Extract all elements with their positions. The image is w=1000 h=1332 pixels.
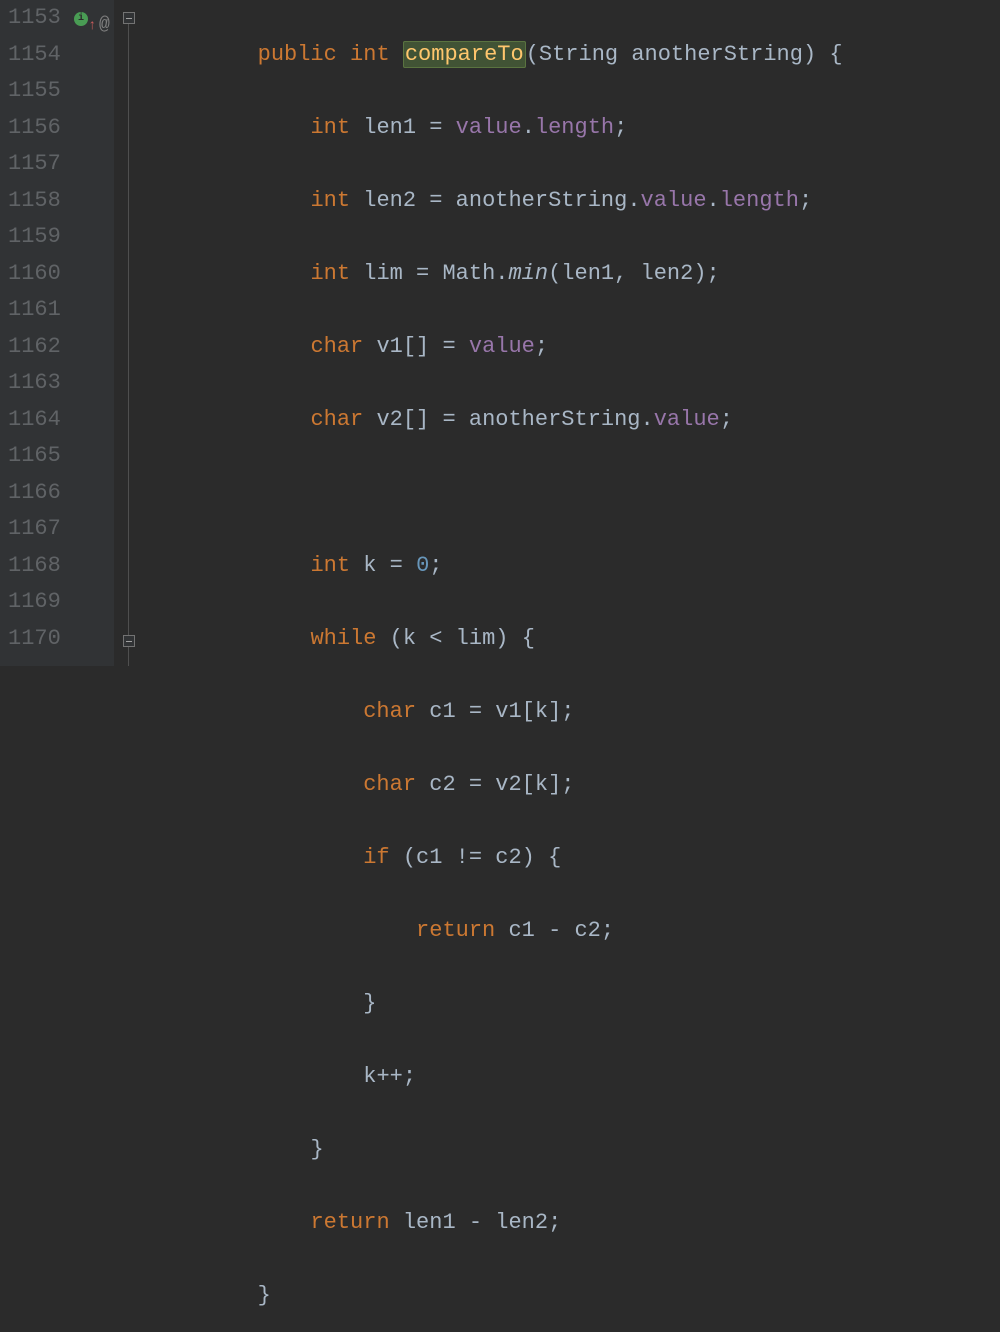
keyword: int <box>310 261 350 286</box>
code-line[interactable]: return c1 - c2; <box>152 913 843 950</box>
up-arrow-icon[interactable]: ↑ <box>88 8 96 45</box>
line-number: 1156 <box>8 110 60 147</box>
line-number: 1155 <box>8 73 60 110</box>
keyword: return <box>416 918 495 943</box>
line-number: 1153 <box>8 0 60 37</box>
code-editor[interactable]: 1153 1154 1155 1156 1157 1158 1159 1160 … <box>0 0 1000 666</box>
keyword: return <box>310 1210 389 1235</box>
fold-collapse-icon[interactable] <box>123 635 135 647</box>
keyword: if <box>363 845 389 870</box>
keyword: char <box>363 772 416 797</box>
line-number: 1157 <box>8 146 60 183</box>
type: String <box>539 42 618 67</box>
keyword: int <box>310 553 350 578</box>
static-method: min <box>508 261 548 286</box>
line-number: 1163 <box>8 365 60 402</box>
annotation-at-icon[interactable]: @ <box>99 7 110 44</box>
number-literal: 0 <box>416 553 429 578</box>
line-number: 1169 <box>8 584 60 621</box>
line-number: 1160 <box>8 256 60 293</box>
line-number: 1164 <box>8 402 60 439</box>
line-number: 1166 <box>8 475 60 512</box>
fold-guide-line <box>128 18 129 666</box>
parameter: anotherString <box>469 407 641 432</box>
keyword: char <box>310 334 363 359</box>
code-area[interactable]: public int compareTo(String anotherStrin… <box>144 0 843 666</box>
code-line[interactable]: int k = 0; <box>152 548 843 585</box>
code-line[interactable]: while (k < lim) { <box>152 621 843 658</box>
keyword: char <box>363 699 416 724</box>
line-number: 1162 <box>8 329 60 366</box>
line-number: 1158 <box>8 183 60 220</box>
line-number: 1168 <box>8 548 60 585</box>
variable: v2 <box>376 407 402 432</box>
code-line[interactable]: int len1 = value.length; <box>152 110 843 147</box>
code-line[interactable]: char c2 = v2[k]; <box>152 767 843 804</box>
keyword: public <box>258 42 337 67</box>
field: value <box>469 334 535 359</box>
code-line[interactable]: } <box>152 1278 843 1315</box>
code-line[interactable]: char c1 = v1[k]; <box>152 694 843 731</box>
class-name: Math <box>442 261 495 286</box>
method-name-highlighted: compareTo <box>403 41 526 68</box>
property: length <box>720 188 799 213</box>
fold-collapse-icon[interactable] <box>123 12 135 24</box>
fold-column <box>114 0 144 666</box>
property: length <box>535 115 614 140</box>
keyword: while <box>310 626 376 651</box>
variable: len1 <box>363 115 416 140</box>
line-number: 1161 <box>8 292 60 329</box>
code-line[interactable]: if (c1 != c2) { <box>152 840 843 877</box>
code-line[interactable]: } <box>152 986 843 1023</box>
variable: len2 <box>363 188 416 213</box>
line-number: 1167 <box>8 511 60 548</box>
gutter-icon-column: ↑ @ <box>72 0 114 666</box>
code-line[interactable]: int len2 = anotherString.value.length; <box>152 183 843 220</box>
code-line[interactable]: public int compareTo(String anotherStrin… <box>152 37 843 74</box>
parameter: anotherString <box>456 188 628 213</box>
keyword: int <box>310 115 350 140</box>
keyword: char <box>310 407 363 432</box>
keyword: int <box>310 188 350 213</box>
line-number-gutter: 1153 1154 1155 1156 1157 1158 1159 1160 … <box>0 0 72 666</box>
code-line[interactable] <box>152 475 843 512</box>
line-number: 1170 <box>8 621 60 658</box>
line-number: 1154 <box>8 37 60 74</box>
variable: c1 <box>429 699 455 724</box>
keyword: int <box>350 42 390 67</box>
variable: c2 <box>429 772 455 797</box>
code-line[interactable]: char v1[] = value; <box>152 329 843 366</box>
code-line[interactable]: } <box>152 1132 843 1169</box>
variable: lim <box>363 261 403 286</box>
code-line[interactable]: return len1 - len2; <box>152 1205 843 1242</box>
field: value <box>456 115 522 140</box>
code-line[interactable]: char v2[] = anotherString.value; <box>152 402 843 439</box>
field: value <box>654 407 720 432</box>
field: value <box>641 188 707 213</box>
variable: v1 <box>376 334 402 359</box>
code-line[interactable]: k++; <box>152 1059 843 1096</box>
parameter: anotherString <box>631 42 803 67</box>
override-icon[interactable] <box>74 12 88 26</box>
line-number: 1165 <box>8 438 60 475</box>
line-number: 1159 <box>8 219 60 256</box>
variable: k <box>363 553 376 578</box>
code-line[interactable]: int lim = Math.min(len1, len2); <box>152 256 843 293</box>
